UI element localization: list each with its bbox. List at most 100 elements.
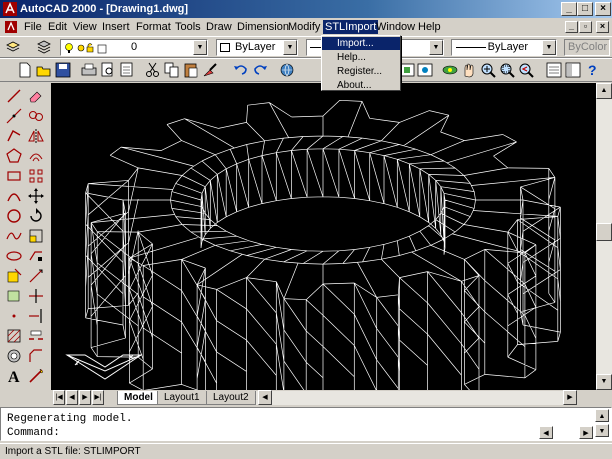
paste-icon[interactable] xyxy=(182,61,200,79)
match-properties-icon[interactable] xyxy=(201,61,219,79)
region-icon[interactable] xyxy=(5,347,23,365)
tab-layout2[interactable]: Layout2 xyxy=(206,391,256,405)
insert-block-icon[interactable] xyxy=(5,267,23,285)
tab-layout1[interactable]: Layout1 xyxy=(157,391,207,405)
move-icon[interactable] xyxy=(27,187,45,205)
tab-last-button[interactable]: ▶| xyxy=(92,390,104,405)
make-object-layer-icon[interactable] xyxy=(4,38,22,56)
menu-modify[interactable]: Modify xyxy=(286,20,322,34)
pan-realtime-icon[interactable] xyxy=(460,61,478,79)
extend-icon[interactable] xyxy=(27,307,45,325)
line-icon[interactable] xyxy=(5,87,23,105)
multiline-text-icon[interactable]: A xyxy=(5,367,23,385)
properties-icon[interactable] xyxy=(545,61,563,79)
menu-item-about[interactable]: About... xyxy=(322,79,400,92)
cut-icon[interactable] xyxy=(144,61,162,79)
point-icon[interactable] xyxy=(5,307,23,325)
doc-restore-button[interactable]: ▫ xyxy=(579,21,592,33)
menu-format[interactable]: Format xyxy=(134,20,173,34)
redo-icon[interactable] xyxy=(251,61,269,79)
maximize-button[interactable]: □ xyxy=(577,2,593,16)
stretch-icon[interactable] xyxy=(27,247,45,265)
close-button[interactable]: × xyxy=(595,2,611,16)
linetype-dropdown[interactable] xyxy=(306,39,322,56)
make-block-icon[interactable] xyxy=(5,287,23,305)
doc-minimize-button[interactable]: _ xyxy=(565,21,578,33)
lengthen-icon[interactable] xyxy=(27,267,45,285)
vertical-scrollbar[interactable]: ▲ ▼ xyxy=(596,83,612,390)
tab-next-button[interactable]: ▶ xyxy=(79,390,91,405)
cmd-scroll-left[interactable]: ◀ xyxy=(539,426,553,439)
print-icon[interactable] xyxy=(80,61,98,79)
chamfer-icon[interactable] xyxy=(27,347,45,365)
minimize-button[interactable]: _ xyxy=(561,2,577,16)
named-views-icon[interactable] xyxy=(416,61,434,79)
tab-prev-button[interactable]: ◀ xyxy=(66,390,78,405)
cmd-scroll-down[interactable]: ▼ xyxy=(595,424,609,437)
menu-item-import[interactable]: Import... xyxy=(322,37,400,50)
polygon-icon[interactable] xyxy=(5,147,23,165)
layer-dropdown[interactable]: 0 ▼ xyxy=(60,39,208,56)
menu-view[interactable]: View xyxy=(71,20,99,34)
cmd-scroll-right[interactable]: ▶ xyxy=(579,426,593,439)
menu-file[interactable]: File xyxy=(22,20,44,34)
drawing-canvas[interactable] xyxy=(51,83,596,390)
zoom-realtime-icon[interactable] xyxy=(479,61,497,79)
print-preview-icon[interactable] xyxy=(99,61,117,79)
break-icon[interactable] xyxy=(27,327,45,345)
lineweight-dropdown[interactable]: ByLayer ▼ xyxy=(451,39,557,56)
menu-insert[interactable]: Insert xyxy=(100,20,132,34)
command-window[interactable]: Regenerating model. Command: ▲ ▼ ◀ ▶ xyxy=(0,407,612,441)
horizontal-scrollbar[interactable] xyxy=(256,391,576,405)
open-file-icon[interactable] xyxy=(35,61,53,79)
menu-tools[interactable]: Tools xyxy=(173,20,203,34)
cmd-scroll-up[interactable]: ▲ xyxy=(595,409,609,422)
menu-stlimport[interactable]: STLImport xyxy=(323,20,379,34)
doc-close-button[interactable]: × xyxy=(596,21,609,33)
arc-icon[interactable] xyxy=(5,187,23,205)
document-icon[interactable] xyxy=(4,20,18,34)
scroll-left-button[interactable]: ◀ xyxy=(258,390,272,405)
menu-item-help[interactable]: Help... xyxy=(322,51,400,64)
scroll-right-button[interactable]: ▶ xyxy=(563,390,577,405)
layers-icon[interactable] xyxy=(35,38,53,56)
lineweight-dropdown-arrow[interactable]: ▼ xyxy=(542,40,556,55)
title-bar[interactable]: AutoCAD 2000 - [Drawing1.dwg] _ □ × xyxy=(0,0,612,18)
save-icon[interactable] xyxy=(54,61,72,79)
scroll-down-button[interactable]: ▼ xyxy=(596,374,612,390)
linetype-dropdown-arrow[interactable]: ▼ xyxy=(429,40,443,55)
design-center-icon[interactable] xyxy=(564,61,582,79)
menu-dimension[interactable]: Dimension xyxy=(235,20,291,34)
tab-model[interactable]: Model xyxy=(117,391,160,405)
spline-icon[interactable] xyxy=(5,227,23,245)
ellipse-icon[interactable] xyxy=(5,247,23,265)
explode-icon[interactable] xyxy=(27,367,45,385)
undo-icon[interactable] xyxy=(232,61,250,79)
zoom-window-icon[interactable] xyxy=(498,61,516,79)
tab-first-button[interactable]: |◀ xyxy=(53,390,65,405)
copy-icon[interactable] xyxy=(163,61,181,79)
menu-item-register[interactable]: Register... xyxy=(322,65,400,78)
help-icon[interactable]: ? xyxy=(583,61,601,79)
polyline-icon[interactable] xyxy=(5,127,23,145)
menu-window[interactable]: Window xyxy=(374,20,417,34)
trim-icon[interactable] xyxy=(27,287,45,305)
color-dropdown-arrow[interactable]: ▼ xyxy=(283,40,297,55)
publish-icon[interactable] xyxy=(118,61,136,79)
erase-icon[interactable] xyxy=(27,87,45,105)
command-prompt[interactable]: Command: xyxy=(7,427,60,440)
linetype-dropdown-right[interactable]: ▼ xyxy=(400,39,444,56)
menu-edit[interactable]: Edit xyxy=(46,20,69,34)
circle-icon[interactable] xyxy=(5,207,23,225)
menu-draw[interactable]: Draw xyxy=(204,20,234,34)
offset-icon[interactable] xyxy=(27,147,45,165)
color-dropdown[interactable]: ByLayer ▼ xyxy=(216,39,298,56)
new-file-icon[interactable] xyxy=(16,61,34,79)
menu-help[interactable]: Help xyxy=(416,20,443,34)
rectangle-icon[interactable] xyxy=(5,167,23,185)
layer-dropdown-arrow[interactable]: ▼ xyxy=(193,40,207,55)
scale-icon[interactable] xyxy=(27,227,45,245)
hatch-icon[interactable] xyxy=(5,327,23,345)
array-icon[interactable] xyxy=(27,167,45,185)
3d-orbit-icon[interactable] xyxy=(441,61,459,79)
